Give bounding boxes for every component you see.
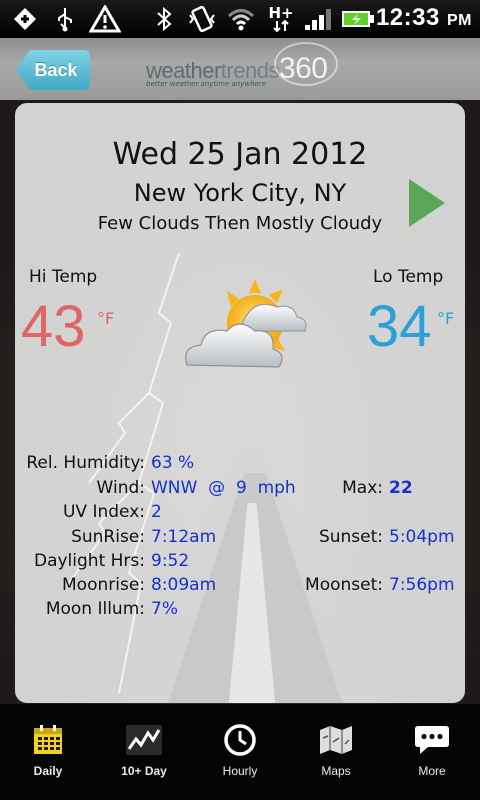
logo-ring — [274, 42, 338, 86]
max-wind-label: Max: — [342, 478, 383, 498]
humidity-value: 63 % — [151, 453, 195, 473]
moonset-label: Moonset: — [305, 575, 383, 595]
usb-debug-icon — [10, 6, 40, 32]
partly-cloudy-icon — [185, 279, 307, 368]
tab-more[interactable]: More — [384, 704, 480, 800]
moon-illum-label: Moon Illum: — [45, 599, 145, 619]
moonrise-label: Moonrise: — [62, 575, 145, 595]
lo-temp-value: 34 — [367, 294, 432, 359]
speech-bubble-icon — [414, 722, 450, 758]
signal-icon — [302, 6, 334, 32]
tab-daily-label: Daily — [33, 764, 63, 778]
hplus-data-icon: H+ — [266, 6, 296, 32]
uv-label: UV Index: — [62, 502, 145, 522]
tab-10-day[interactable]: 10+ Day — [96, 704, 192, 800]
bottom-tab-bar: Daily 10+ Day Hourly Maps More — [0, 704, 480, 800]
app-header: Back weathertrends360 better weather any… — [0, 38, 480, 100]
battery-charging-icon — [340, 6, 376, 32]
forecast-condition: Few Clouds Then Mostly Cloudy — [97, 213, 383, 234]
lo-temp-label: Lo Temp — [373, 267, 444, 287]
clock-icon — [222, 722, 258, 758]
sunrise-value: 7:12am — [151, 527, 217, 547]
map-icon — [318, 722, 354, 758]
status-bar: H+ 12:33 PM — [0, 0, 480, 38]
tab-more-label: More — [418, 764, 446, 778]
clock: 12:33 PM — [376, 4, 472, 32]
network-type-label: H+ — [268, 4, 294, 22]
forecast-card: Wed 25 Jan 2012 New York City, NY Few Cl… — [15, 103, 465, 703]
calendar-icon — [30, 722, 66, 758]
warning-icon — [88, 5, 122, 33]
moonset-value: 7:56pm — [389, 575, 455, 595]
tab-daily[interactable]: Daily — [0, 704, 96, 800]
tab-maps[interactable]: Maps — [288, 704, 384, 800]
tab-10-day-label: 10+ Day — [121, 764, 167, 778]
next-day-arrow-icon[interactable] — [407, 177, 447, 229]
max-wind-value: 22 — [389, 478, 413, 498]
logo-tagline: better weather anytime anywhere — [146, 80, 266, 88]
hi-temp-value: 43 — [21, 294, 86, 359]
clock-time: 12:33 — [375, 4, 440, 31]
clock-ampm: PM — [447, 12, 472, 29]
forecast-date: Wed 25 Jan 2012 — [112, 137, 368, 172]
bluetooth-icon — [152, 6, 176, 32]
back-button[interactable]: Back — [16, 50, 90, 90]
wifi-icon — [226, 6, 256, 32]
moon-illum-value: 7% — [151, 599, 178, 619]
wind-label: Wind: — [96, 478, 145, 498]
vibrate-icon — [186, 5, 218, 33]
sunrise-label: SunRise: — [71, 527, 145, 547]
usb-icon — [50, 6, 80, 32]
hi-temp-label: Hi Temp — [29, 267, 98, 287]
tab-hourly[interactable]: Hourly — [192, 704, 288, 800]
sunset-value: 5:04pm — [389, 527, 455, 547]
daylight-label: Daylight Hrs: — [33, 551, 145, 571]
moonrise-value: 8:09am — [151, 575, 217, 595]
wind-value: WNW @ 9 mph — [151, 478, 296, 498]
trend-chart-icon — [126, 722, 162, 758]
humidity-label: Rel. Humidity: — [26, 453, 145, 473]
daylight-value: 9:52 — [151, 551, 190, 571]
lo-temp-unit: °F — [437, 309, 455, 328]
forecast-city: New York City, NY — [133, 179, 347, 207]
sunset-label: Sunset: — [318, 527, 383, 547]
uv-value: 2 — [151, 502, 162, 522]
tab-maps-label: Maps — [321, 764, 351, 778]
tab-hourly-label: Hourly — [222, 764, 258, 778]
hi-temp-unit: °F — [97, 309, 115, 328]
